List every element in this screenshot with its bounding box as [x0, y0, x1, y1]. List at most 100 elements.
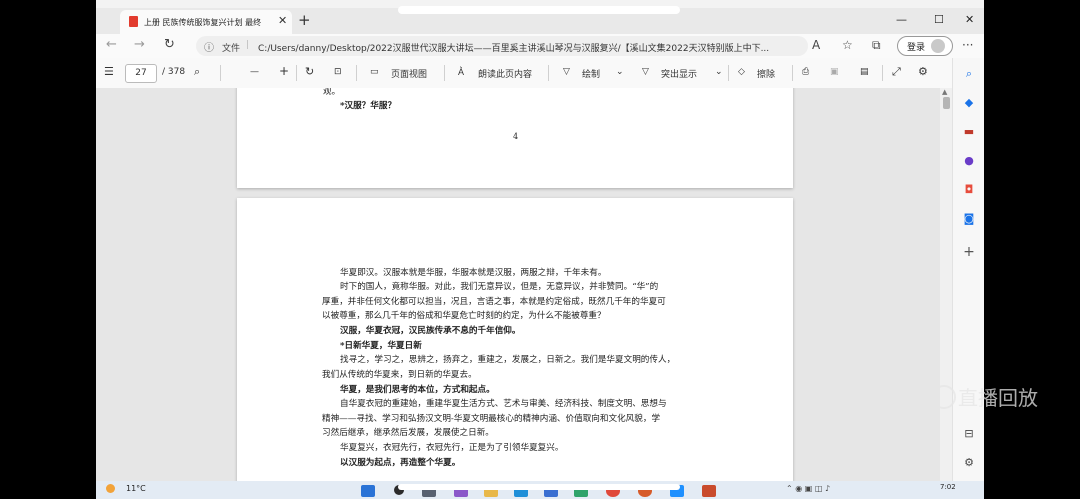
- zoom-out-button[interactable]: —: [250, 67, 259, 77]
- text-line: 找寻之，学习之，思辨之，扬弃之，重建之，发展之，日新之。我们是华夏文明的传人，: [340, 355, 676, 365]
- fullscreen-icon[interactable]: ⤢: [892, 65, 901, 79]
- sidebar-collapse-icon[interactable]: ⊟: [962, 427, 976, 441]
- add-icon[interactable]: +: [962, 245, 976, 259]
- divider: [548, 65, 549, 81]
- recording-indicator: [398, 6, 680, 14]
- draw-button[interactable]: 绘制: [582, 67, 600, 80]
- zoom-in-button[interactable]: +: [279, 64, 289, 78]
- rotate-icon[interactable]: ↻: [305, 65, 314, 78]
- pdf-icon: [129, 16, 138, 27]
- erase-button[interactable]: 擦除: [757, 67, 775, 80]
- scroll-thumb[interactable]: [943, 97, 950, 109]
- watermark-text: 直播回放: [958, 386, 1038, 410]
- divider: [882, 65, 883, 81]
- info-icon[interactable]: ⓘ: [204, 39, 214, 54]
- divider: [792, 65, 793, 81]
- tools-icon[interactable]: ▬: [962, 125, 976, 139]
- print-icon[interactable]: ⎙: [802, 67, 809, 77]
- new-tab-button[interactable]: +: [298, 11, 311, 29]
- text-line: 精神——寻找、学习和弘扬汉文明-华夏文明最核心的精神内涵、价值取向和文化风貌，学: [322, 414, 661, 424]
- url-text[interactable]: C:/Users/danny/Desktop/2022汉服世代汉服大讲坛——百里…: [258, 41, 798, 54]
- favorite-star-icon[interactable]: ☆: [842, 38, 853, 52]
- pdf-viewer[interactable]: 观。 *汉服？华服？ 4 华夏即汉。汉服本就是华服，华服本就是汉服，两服之辩，千…: [96, 88, 952, 481]
- avatar: [931, 39, 945, 53]
- draw-chevron-icon[interactable]: ⌄: [616, 67, 624, 77]
- text-line: 华夏复兴，衣冠先行，衣冠先行，正是为了引领华夏复兴。: [340, 443, 564, 453]
- fit-page-icon[interactable]: ⊡: [334, 67, 342, 77]
- edge-sidebar: ⌕ ◆ ▬ ● ◘ ◙ + ⊟ ⚙: [952, 58, 984, 481]
- highlight-button[interactable]: 突出显示: [661, 67, 697, 80]
- read-aloud-button[interactable]: 朗读此页内容: [478, 67, 532, 80]
- save-as-icon[interactable]: ▤: [860, 67, 869, 77]
- weather-temp: 11°C: [126, 484, 146, 493]
- text-line: 华夏即汉。汉服本就是华服，华服本就是汉服，两服之辩，千年未有。: [340, 268, 607, 278]
- start-icon[interactable]: [361, 485, 375, 497]
- tag-icon[interactable]: ◆: [962, 96, 976, 110]
- text-line: 时下的国人，竟称华服。对此，我们无意异议，但是，无意异议，并非赞同。“华”的: [340, 282, 659, 292]
- tab-close-icon[interactable]: ✕: [278, 14, 287, 27]
- url-scheme: 文件: [222, 44, 241, 54]
- minimize-button[interactable]: —: [896, 13, 907, 26]
- office-icon[interactable]: ◘: [962, 183, 976, 197]
- forward-icon[interactable]: →: [134, 37, 145, 52]
- people-icon[interactable]: ●: [962, 154, 976, 168]
- replay-watermark: 直播回放: [932, 382, 1038, 411]
- search-icon[interactable]: ⌕: [194, 65, 200, 79]
- close-window-button[interactable]: ✕: [965, 13, 974, 26]
- more-icon[interactable]: ···: [962, 38, 973, 52]
- highlight-icon: ▽: [642, 67, 649, 77]
- page-view-icon: ▭: [370, 67, 379, 77]
- text-line: 观。: [323, 88, 341, 97]
- page-number-input[interactable]: 27: [125, 64, 157, 83]
- bold-text-line: *日新华夏，华夏日新: [340, 341, 422, 351]
- divider: [220, 65, 221, 81]
- scroll-up-icon[interactable]: ▲: [942, 88, 947, 96]
- search-icon[interactable]: ⌕: [962, 67, 976, 81]
- divider: [356, 65, 357, 81]
- text-line: 我们从传统的华夏来，到日新的华夏去。: [322, 370, 477, 380]
- screen: 上册 民族传统服饰复兴计划 最终 ✕ + — ☐ ✕ ← → ↻ ⓘ 文件 | …: [96, 0, 984, 499]
- bold-text-line: 华夏，是我们思考的本位，方式和起点。: [340, 385, 495, 395]
- tray-icons[interactable]: ⌃ ◉ ▣ ◫ ♪: [786, 484, 830, 493]
- vertical-scrollbar[interactable]: ▲: [940, 88, 952, 481]
- powerpoint-icon[interactable]: [702, 485, 716, 497]
- maximize-button[interactable]: ☐: [934, 13, 944, 26]
- refresh-icon[interactable]: ↻: [164, 37, 175, 52]
- text-line: 以被尊重，那么几千年的俗成和华夏危亡时刻的约定，为什么不能被尊重？: [322, 311, 606, 321]
- page-number: 4: [513, 132, 519, 141]
- address-bar[interactable]: ⓘ 文件 | C:/Users/danny/Desktop/2022汉服世代汉服…: [196, 36, 808, 56]
- address-row: ← → ↻ ⓘ 文件 | C:/Users/danny/Desktop/2022…: [96, 34, 984, 58]
- divider: [728, 65, 729, 81]
- pdf-page-current: 华夏即汉。汉服本就是华服，华服本就是汉服，两服之辩，千年未有。时下的国人，竟称华…: [237, 198, 793, 481]
- back-icon[interactable]: ←: [106, 37, 117, 52]
- highlight-chevron-icon[interactable]: ⌄: [715, 67, 723, 77]
- divider: [296, 65, 297, 81]
- text-line: 厚重，并非任何文化都可以担当，况且，言语之事，本就是约定俗成，既然几千年的华夏可: [322, 297, 666, 307]
- pdf-page-previous: 观。 *汉服？华服？ 4: [237, 88, 793, 188]
- eraser-icon: ◇: [738, 67, 745, 77]
- bold-text-line: 以汉服为起点，再造整个华夏。: [340, 458, 461, 468]
- tab-title: 上册 民族传统服饰复兴计划 最终: [144, 18, 262, 27]
- settings-gear-icon[interactable]: ⚙: [918, 65, 928, 78]
- read-mode-icon[interactable]: A: [812, 38, 820, 52]
- pdf-toolbar: ☰ 27 / 378 ⌕ — + ↻ ⊡ ▭ 页面视图 A͛ 朗读此页内容 ▽ …: [96, 58, 952, 89]
- divider: [444, 65, 445, 81]
- login-button[interactable]: 登录: [897, 36, 953, 56]
- sidebar-settings-icon[interactable]: ⚙: [962, 456, 976, 470]
- home-indicator: [398, 484, 680, 490]
- browser-tab[interactable]: 上册 民族传统服饰复兴计划 最终 ✕: [120, 10, 292, 34]
- replay-icon: [932, 385, 956, 409]
- clock-time: 7:02: [940, 483, 956, 491]
- bold-text-line: 汉服，华夏衣冠，汉民族传承不息的千年信仰。: [340, 326, 521, 336]
- outlook-icon[interactable]: ◙: [962, 212, 976, 226]
- save-icon[interactable]: ▣: [830, 67, 839, 77]
- contents-icon[interactable]: ☰: [104, 65, 114, 78]
- page-total: / 378: [162, 67, 186, 77]
- url-divider: |: [246, 40, 250, 50]
- collections-icon[interactable]: ⧉: [872, 38, 881, 53]
- text-line: 习然后继承，继承然后发展，发展使之日新。: [322, 428, 494, 438]
- page-view-button[interactable]: 页面视图: [391, 67, 427, 80]
- read-aloud-icon: A͛: [458, 68, 465, 78]
- weather-icon: [106, 484, 115, 493]
- text-line: 自华夏衣冠的重建始，重建华夏生活方式、艺术与审美、经济科技、制度文明、思想与: [340, 399, 667, 409]
